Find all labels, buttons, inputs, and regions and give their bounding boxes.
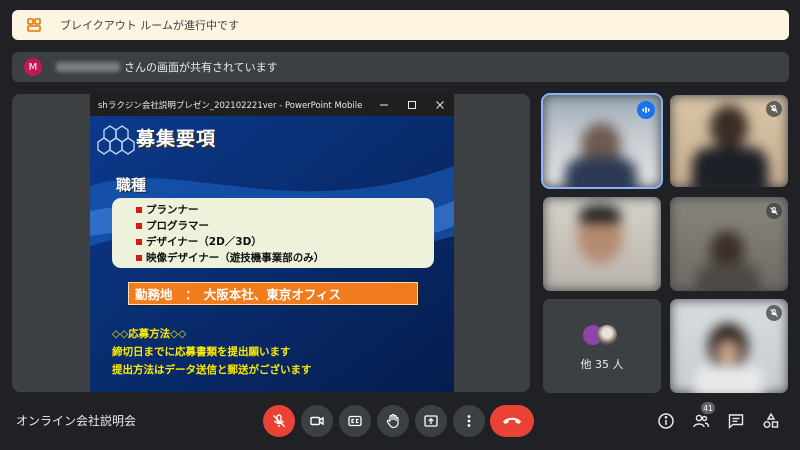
breakout-room-icon bbox=[26, 17, 42, 33]
bullet-icon bbox=[136, 255, 142, 261]
bullet-icon bbox=[136, 239, 142, 245]
apply-line: 提出方法はデータ送信と郵送がございます bbox=[112, 364, 312, 376]
list-item: デザイナー（2D／3D） bbox=[136, 234, 434, 250]
mic-off-icon bbox=[766, 305, 782, 321]
hang-up-icon bbox=[503, 417, 521, 424]
office-location: 勤務地 ： 大阪本社、東京オフィス bbox=[128, 282, 418, 305]
apply-line: 締切日までに応募書類を提出願います bbox=[112, 346, 291, 358]
avatar bbox=[597, 325, 617, 345]
close-icon bbox=[426, 94, 454, 116]
participant-tile[interactable] bbox=[670, 95, 788, 187]
activities-icon bbox=[763, 412, 779, 428]
bullet-icon bbox=[136, 207, 142, 213]
chat-icon bbox=[728, 414, 744, 430]
list-item: プランナー bbox=[136, 202, 434, 218]
job-list: プランナー プログラマー デザイナー（2D／3D） 映像デザイナー（遊技機事業部… bbox=[112, 198, 434, 268]
breakout-banner-text: ブレイクアウト ルームが進行中です bbox=[60, 19, 239, 32]
window-titlebar: shラクジン会社説明プレゼン_202102221ver - PowerPoint… bbox=[90, 94, 454, 116]
maximize-icon bbox=[398, 94, 426, 116]
more-participants-tile[interactable]: 他 35 人 bbox=[543, 299, 661, 393]
people-icon bbox=[693, 414, 710, 428]
meeting-details-button[interactable] bbox=[654, 409, 678, 433]
list-item: 映像デザイナー（遊技機事業部のみ） bbox=[136, 250, 434, 266]
speaking-indicator-icon bbox=[637, 101, 655, 119]
window-title: shラクジン会社説明プレゼン_202102221ver - PowerPoint… bbox=[98, 101, 363, 111]
people-count-badge: 41 bbox=[701, 402, 715, 414]
mic-off-icon bbox=[273, 414, 285, 427]
info-icon bbox=[658, 413, 674, 429]
shared-window: shラクジン会社説明プレゼン_202102221ver - PowerPoint… bbox=[90, 94, 454, 392]
slide-subtitle: 職種 bbox=[116, 176, 147, 194]
captions-button[interactable] bbox=[339, 405, 371, 437]
presenter-avatar: M bbox=[24, 58, 42, 76]
camera-toggle-button[interactable] bbox=[301, 405, 333, 437]
presentation-stage[interactable]: shラクジン会社説明プレゼン_202102221ver - PowerPoint… bbox=[12, 94, 530, 392]
activities-button[interactable] bbox=[759, 409, 783, 433]
more-participants-count: 他 35 人 bbox=[580, 358, 624, 371]
present-screen-button[interactable] bbox=[415, 405, 447, 437]
camera-icon bbox=[310, 416, 324, 426]
chat-button[interactable] bbox=[724, 409, 748, 433]
raise-hand-button[interactable] bbox=[377, 405, 409, 437]
mic-off-icon bbox=[766, 203, 782, 219]
participant-tile-speaking[interactable] bbox=[541, 93, 663, 189]
slide-title: 募集要項 bbox=[136, 128, 217, 150]
presenter-name-redacted bbox=[56, 62, 120, 72]
more-participants-avatars bbox=[583, 325, 623, 345]
apply-heading: ◇◇応募方法◇◇ bbox=[112, 328, 187, 340]
present-screen-icon bbox=[424, 415, 438, 427]
breakout-banner[interactable]: ブレイクアウト ルームが進行中です bbox=[12, 10, 789, 40]
more-vert-icon bbox=[467, 415, 471, 427]
participant-tile[interactable] bbox=[670, 197, 788, 291]
meeting-title: オンライン会社説明会 bbox=[16, 414, 137, 428]
minimize-icon bbox=[370, 94, 398, 116]
participant-tile[interactable] bbox=[543, 197, 661, 291]
participant-video bbox=[543, 197, 661, 291]
screen-share-text: さんの画面が共有されています bbox=[124, 61, 278, 74]
list-item: プログラマー bbox=[136, 218, 434, 234]
bullet-icon bbox=[136, 223, 142, 229]
mic-toggle-button[interactable] bbox=[263, 405, 295, 437]
mic-off-icon bbox=[766, 101, 782, 117]
leave-call-button[interactable] bbox=[490, 405, 534, 437]
more-options-button[interactable] bbox=[453, 405, 485, 437]
slide: 募集要項 職種 プランナー プログラマー デザイナー（2D／3D） 映像デザイナ… bbox=[90, 116, 454, 392]
screen-share-banner: M さんの画面が共有されています bbox=[12, 52, 789, 82]
closed-captions-icon bbox=[348, 415, 362, 427]
participant-tile[interactable] bbox=[670, 299, 788, 393]
hand-icon bbox=[386, 413, 399, 429]
